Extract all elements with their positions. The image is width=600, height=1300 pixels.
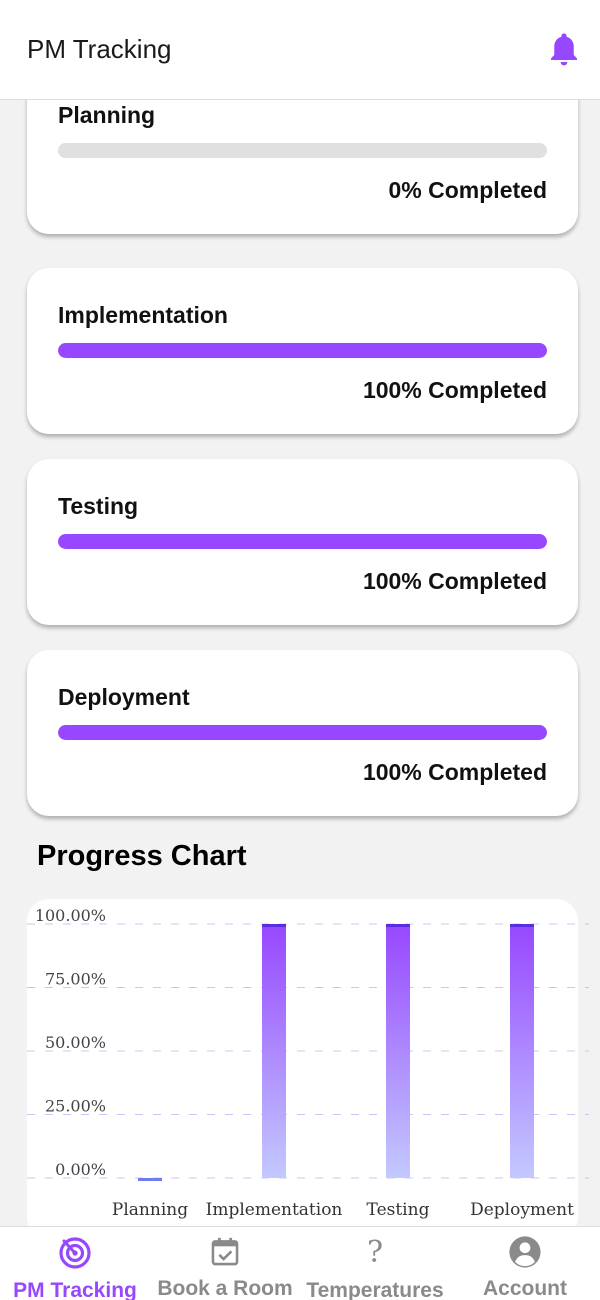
phase-card-testing[interactable]: Testing 100% Completed <box>27 459 578 625</box>
app-header: PM Tracking <box>0 0 600 100</box>
page-title: PM Tracking <box>27 34 172 64</box>
progress-chart: 0.00% 25.00% 50.00% 75.00% 100.00% Planning Im… <box>27 899 589 1226</box>
progress-fill <box>58 534 547 549</box>
phase-title: Implementation <box>58 302 228 328</box>
bell-icon[interactable] <box>546 30 582 70</box>
tab-book-a-room[interactable]: Book a Room <box>150 1227 300 1300</box>
chart-heading: Progress Chart <box>37 840 247 872</box>
tab-pm-tracking[interactable]: PM Tracking <box>0 1227 150 1300</box>
progress-fill <box>58 343 547 358</box>
bottom-tab-bar: PM Tracking Book a Room ? Temperatures A… <box>0 1226 600 1300</box>
tab-temperatures[interactable]: ? Temperatures <box>300 1227 450 1300</box>
phase-card-implementation[interactable]: Implementation 100% Completed <box>27 268 578 434</box>
progress-track <box>58 343 547 358</box>
bar-cap <box>262 924 286 927</box>
tab-account[interactable]: Account <box>450 1227 600 1300</box>
y-tick-label: 100.00% <box>35 906 106 925</box>
progress-track <box>58 725 547 740</box>
progress-track <box>58 143 547 158</box>
bar-cap <box>386 924 410 927</box>
account-icon <box>509 1236 541 1268</box>
chart-canvas: 0.00% 25.00% 50.00% 75.00% 100.00% Planning Im… <box>27 906 589 1220</box>
phase-title: Testing <box>58 493 139 519</box>
bar <box>386 924 410 1178</box>
bar <box>510 924 534 1178</box>
bar-cap <box>510 924 534 927</box>
tab-label: PM Tracking <box>13 1279 137 1300</box>
x-tick-label: Testing <box>367 1200 430 1220</box>
phase-title: Planning <box>58 102 156 128</box>
phase-status: 100% Completed <box>362 377 547 403</box>
y-tick-label: 75.00% <box>45 970 106 989</box>
calendar-check-icon <box>211 1237 239 1266</box>
x-tick-label: Deployment <box>470 1200 574 1220</box>
y-tick-label: 0.00% <box>55 1160 106 1179</box>
phase-title: Deployment <box>58 684 190 710</box>
progress-fill <box>58 725 547 740</box>
phase-status: 0% Completed <box>388 177 547 203</box>
bar <box>138 1178 162 1181</box>
tab-label: Account <box>483 1277 567 1300</box>
tab-label: Temperatures <box>306 1279 444 1300</box>
y-tick-label: 25.00% <box>45 1097 106 1116</box>
x-tick-label: Implementation <box>206 1200 343 1220</box>
question-icon: ? <box>366 1235 384 1270</box>
phase-card-planning[interactable]: Planning 0% Completed <box>27 100 578 234</box>
progress-track <box>58 534 547 549</box>
scroll-content[interactable]: Planning 0% Completed Implementation 100… <box>0 100 600 1226</box>
tab-label: Book a Room <box>157 1277 293 1300</box>
x-tick-label: Planning <box>112 1200 188 1220</box>
phase-card-deployment[interactable]: Deployment 100% Completed <box>27 650 578 816</box>
radar-icon <box>59 1237 91 1269</box>
y-tick-label: 50.00% <box>45 1033 106 1052</box>
phase-status: 100% Completed <box>362 568 547 594</box>
phase-status: 100% Completed <box>362 759 547 785</box>
bar <box>262 924 286 1178</box>
